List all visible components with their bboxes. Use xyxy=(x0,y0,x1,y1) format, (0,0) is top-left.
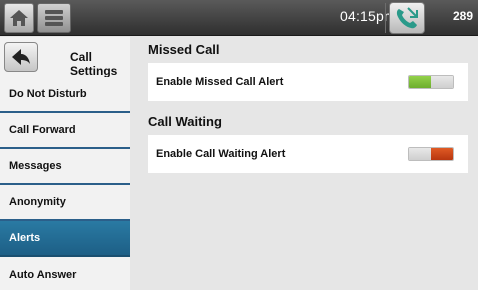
back-button[interactable] xyxy=(4,42,38,72)
extension-number: 289 xyxy=(453,9,474,23)
page-title: Call Settings xyxy=(70,50,118,78)
sidebar-item-call-forward[interactable]: Call Forward xyxy=(0,113,130,149)
toggle-on-segment xyxy=(409,148,431,160)
back-arrow-icon xyxy=(12,49,30,65)
menu-button[interactable] xyxy=(37,3,71,33)
missed-call-alert-toggle[interactable] xyxy=(408,75,454,89)
divider xyxy=(385,3,386,33)
settings-sidebar: Call Settings Do Not Disturb Call Forwar… xyxy=(0,37,130,290)
call-waiting-alert-label: Enable Call Waiting Alert xyxy=(156,148,286,160)
toggle-on-segment xyxy=(409,76,431,88)
call-waiting-alert-toggle[interactable] xyxy=(408,147,454,161)
toggle-off-segment xyxy=(431,76,453,88)
clock-time: 04:15pm xyxy=(340,8,396,24)
sidebar-item-anonymity[interactable]: Anonymity xyxy=(0,185,130,221)
section-title-call-waiting: Call Waiting xyxy=(148,114,222,129)
alerts-panel: Missed Call Enable Missed Call Alert Cal… xyxy=(146,37,468,173)
phone-icon xyxy=(396,7,418,29)
home-button[interactable] xyxy=(4,3,34,33)
section-title-missed-call: Missed Call xyxy=(148,42,220,57)
settings-nav: Do Not Disturb Call Forward Messages Ano… xyxy=(0,77,130,290)
missed-call-alert-label: Enable Missed Call Alert xyxy=(156,76,284,88)
sidebar-item-messages[interactable]: Messages xyxy=(0,149,130,185)
call-button[interactable] xyxy=(389,2,425,34)
sidebar-item-alerts[interactable]: Alerts xyxy=(0,221,130,257)
sidebar-item-do-not-disturb[interactable]: Do Not Disturb xyxy=(0,77,130,113)
toggle-off-segment xyxy=(431,148,453,160)
home-icon xyxy=(10,10,28,26)
menu-icon xyxy=(45,10,63,26)
status-bar: 04:15pm 289 xyxy=(0,0,478,36)
missed-call-alert-row: Enable Missed Call Alert xyxy=(148,63,468,101)
call-waiting-alert-row: Enable Call Waiting Alert xyxy=(148,135,468,173)
sidebar-item-auto-answer[interactable]: Auto Answer xyxy=(0,257,130,290)
